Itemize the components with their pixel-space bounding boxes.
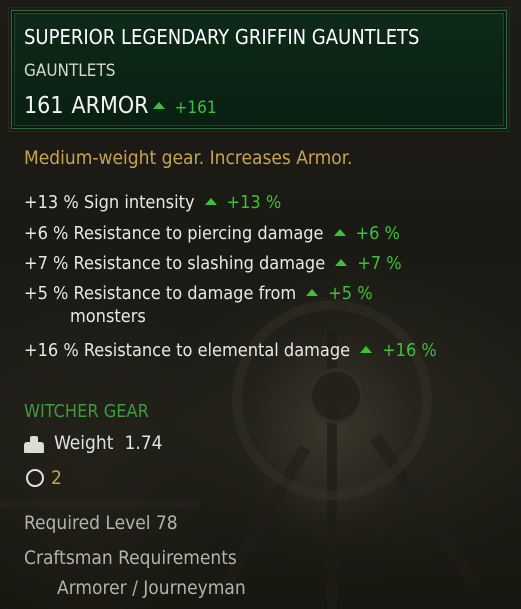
- background-strut: [215, 445, 311, 599]
- slot-count: 2: [51, 467, 62, 489]
- stat-text: +6 % Resistance to piercing damage: [24, 223, 324, 244]
- set-label: WITCHER GEAR: [24, 401, 149, 422]
- weight-label: Weight: [54, 432, 114, 454]
- armor-row: 161 ARMOR +161: [24, 93, 217, 119]
- weight-value: 1.74: [124, 432, 163, 454]
- item-type: GAUNTLETS: [24, 61, 116, 81]
- slot-icon: [26, 469, 44, 487]
- increase-icon: [152, 102, 165, 109]
- tooltip-header: SUPERIOR LEGENDARY GRIFFIN GAUNTLETS GAU…: [8, 7, 510, 132]
- stat-row: +7 % Resistance to slashing damage +7 %: [24, 253, 402, 274]
- stat-row: +5 % Resistance to damage from +5 % monst…: [24, 283, 373, 327]
- increase-icon: [335, 259, 348, 266]
- stat-text: +13 % Sign intensity: [24, 192, 195, 213]
- background-wheel: [232, 300, 432, 500]
- stat-delta: +13 %: [226, 192, 282, 213]
- item-tooltip: SUPERIOR LEGENDARY GRIFFIN GAUNTLETS GAU…: [0, 0, 521, 609]
- increase-icon: [204, 198, 217, 205]
- weight-icon: [24, 433, 44, 453]
- background-wheel-hub: [308, 368, 364, 424]
- item-name: SUPERIOR LEGENDARY GRIFFIN GAUNTLETS: [24, 25, 420, 49]
- weight-row: Weight 1.74: [24, 432, 163, 454]
- stat-row: +13 % Sign intensity +13 %: [24, 192, 281, 213]
- stat-row: +6 % Resistance to piercing damage +6 %: [24, 223, 400, 244]
- stat-delta: +6 %: [355, 223, 400, 244]
- stat-row: +16 % Resistance to elemental damage +16 …: [24, 340, 437, 361]
- item-description: Medium-weight gear. Increases Armor.: [24, 147, 353, 169]
- armor-value: 161: [24, 93, 64, 119]
- background-strut: [370, 433, 481, 590]
- stat-text-continuation: monsters: [70, 306, 146, 327]
- required-level: Required Level 78: [24, 512, 178, 534]
- armor-delta: +161: [174, 98, 217, 118]
- stat-text: +7 % Resistance to slashing damage: [24, 253, 326, 274]
- slots-row: 2: [26, 467, 62, 489]
- background-shelf: [0, 500, 200, 508]
- increase-icon: [360, 346, 373, 353]
- stat-text: +16 % Resistance to elemental damage: [24, 340, 351, 361]
- craftsman-requirements-label: Craftsman Requirements: [24, 547, 237, 569]
- stat-delta: +7 %: [357, 253, 402, 274]
- increase-icon: [333, 229, 346, 236]
- armor-label: ARMOR: [71, 93, 149, 119]
- increase-icon: [306, 289, 319, 296]
- background-pole: [327, 330, 337, 609]
- stat-text: +5 % Resistance to damage from: [24, 283, 297, 304]
- stat-delta: +16 %: [382, 340, 437, 361]
- craftsman-requirements-value: Armorer / Journeyman: [57, 577, 246, 599]
- stat-delta: +5 %: [328, 283, 373, 304]
